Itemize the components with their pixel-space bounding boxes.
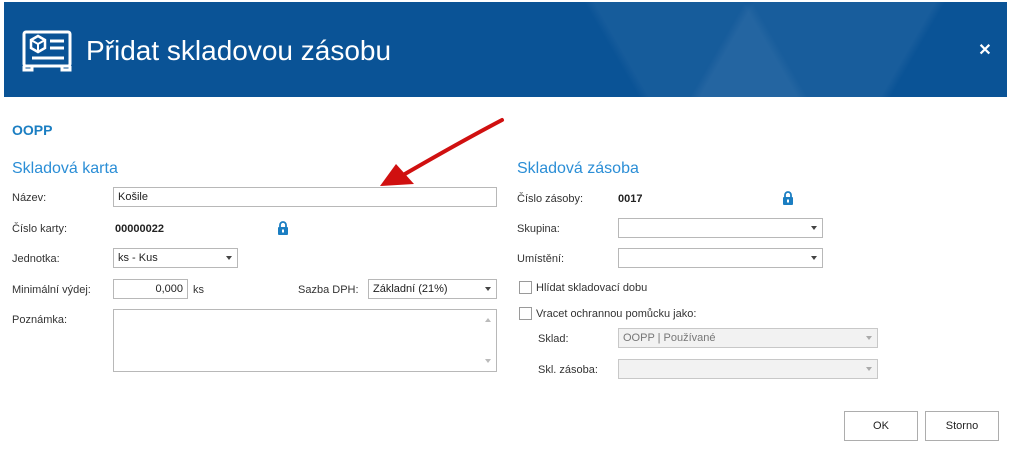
vracet-checkbox[interactable] — [519, 307, 532, 320]
nazev-label: Název: — [12, 192, 47, 204]
group-title-skladova-karta: Skladová karta — [12, 160, 118, 177]
sazba-dph-select[interactable]: Základní (21%) — [368, 279, 497, 299]
sklad-select[interactable]: OOPP | Používané — [618, 328, 878, 348]
chevron-down-icon — [485, 287, 491, 291]
sklad-value: OOPP | Používané — [623, 332, 716, 344]
chevron-down-icon — [866, 367, 872, 371]
storno-button[interactable]: Storno — [925, 411, 999, 441]
cislo-karty-label: Číslo karty: — [12, 223, 68, 235]
sazba-dph-value: Základní (21%) — [373, 283, 448, 295]
dialog-title: Přidat skladovou zásobu — [86, 35, 392, 66]
lock-icon[interactable] — [277, 221, 289, 235]
umisteni-label: Umístění: — [517, 253, 565, 265]
dialog-header: Přidat skladovou zásobu ✕ — [4, 2, 1007, 97]
cislo-zasoby-label: Číslo zásoby: — [517, 193, 584, 205]
min-vydej-input[interactable]: 0,000 — [113, 279, 188, 299]
min-vydej-unit: ks — [193, 284, 204, 296]
skupina-label: Skupina: — [517, 223, 560, 235]
sazba-dph-label: Sazba DPH: — [298, 284, 359, 296]
group-title-skladova-zasoba: Skladová zásoba — [517, 160, 639, 177]
poznamka-scrollbar[interactable] — [480, 310, 496, 371]
chevron-down-icon — [811, 226, 817, 230]
min-vydej-label: Minimální výdej: — [12, 284, 91, 296]
skl-zasoba-label: Skl. zásoba: — [538, 364, 598, 376]
jednotka-label: Jednotka: — [12, 253, 60, 265]
skl-zasoba-select[interactable] — [618, 359, 878, 379]
chevron-down-icon — [811, 256, 817, 260]
hlidat-label[interactable]: Hlídat skladovací dobu — [536, 282, 647, 294]
red-arrow-annotation — [380, 118, 504, 186]
inventory-box-icon — [22, 30, 72, 72]
poznamka-label: Poznámka: — [12, 314, 68, 326]
close-button[interactable]: ✕ — [974, 40, 996, 62]
poznamka-textarea[interactable] — [113, 309, 497, 372]
cislo-zasoby-value: 0017 — [618, 193, 643, 205]
lock-icon[interactable] — [782, 191, 794, 205]
scroll-up-icon[interactable] — [485, 318, 491, 322]
chevron-down-icon — [866, 336, 872, 340]
scroll-down-icon[interactable] — [485, 359, 491, 363]
chevron-down-icon — [226, 256, 232, 260]
ok-button[interactable]: OK — [844, 411, 918, 441]
jednotka-value: ks - Kus — [118, 252, 158, 264]
jednotka-select[interactable]: ks - Kus — [113, 248, 238, 268]
umisteni-select[interactable] — [618, 248, 823, 268]
vracet-label[interactable]: Vracet ochrannou pomůcku jako: — [536, 308, 696, 320]
section-code: OOPP — [12, 122, 53, 138]
skupina-select[interactable] — [618, 218, 823, 238]
cislo-karty-value: 00000022 — [115, 223, 164, 235]
sklad-label: Sklad: — [538, 333, 569, 345]
hlidat-checkbox[interactable] — [519, 281, 532, 294]
